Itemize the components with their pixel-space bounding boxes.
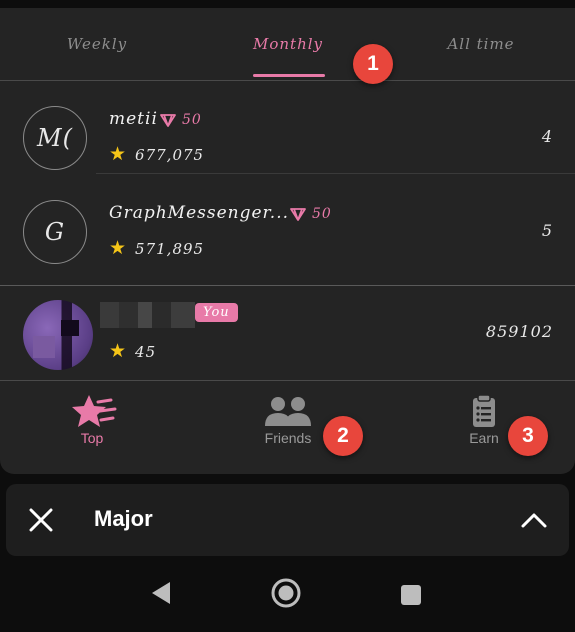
username: metii (109, 109, 158, 129)
star-icon: ★ (109, 237, 128, 259)
my-rank: 859102 (485, 322, 553, 341)
points-value: 50 (312, 206, 332, 222)
leaderboard-row[interactable]: G GraphMessenger... 50 ★ 571,895 5 (0, 175, 575, 268)
star-icon: ★ (109, 143, 128, 165)
nav-top-label: Top (80, 430, 104, 446)
leaderboard-row[interactable]: M( metii 50 ★ 677,075 4 (0, 81, 575, 174)
gem-icon (290, 208, 306, 221)
points-badge: 50 (290, 206, 332, 222)
bottom-nav: Top Friends Earn 2 3 (0, 380, 575, 474)
rank: 4 (541, 127, 553, 146)
my-score-value: 45 (135, 342, 157, 361)
chevron-up-icon[interactable] (519, 508, 549, 532)
username: GraphMessenger... (109, 203, 290, 223)
points-value: 50 (182, 112, 202, 128)
annotation-badge-1: 1 (353, 44, 393, 84)
clipboard-icon (473, 394, 495, 427)
home-icon[interactable] (270, 577, 302, 609)
score: ★ 677,075 (109, 145, 204, 164)
tab-all-time[interactable]: All time (386, 8, 575, 80)
close-icon[interactable] (26, 505, 56, 535)
top-star-icon (72, 395, 117, 427)
score: ★ 571,895 (109, 239, 204, 258)
active-tab-indicator (253, 74, 325, 77)
nav-friends-label: Friends (264, 430, 312, 446)
my-avatar (23, 300, 93, 370)
mini-app-bar: Major (6, 484, 569, 556)
period-tabs: Weekly Monthly All time (0, 8, 575, 81)
leaderboard-panel: Weekly Monthly All time 1 M( metii 50 ★ … (0, 8, 575, 474)
score-value: 677,075 (135, 145, 205, 164)
star-icon: ★ (109, 340, 128, 362)
rank: 5 (541, 221, 553, 240)
my-leaderboard-row[interactable]: You ★ 45 859102 (0, 285, 575, 381)
points-badge: 50 (160, 112, 202, 128)
annotation-badge-2: 2 (323, 416, 363, 456)
nav-earn-label: Earn (469, 430, 499, 446)
nav-top[interactable]: Top (32, 394, 152, 446)
avatar: M( (23, 106, 87, 170)
avatar: G (23, 200, 87, 264)
system-nav-bar (0, 556, 575, 632)
annotation-badge-3: 3 (508, 416, 548, 456)
score-value: 571,895 (135, 239, 205, 258)
divider (96, 173, 575, 174)
tab-weekly[interactable]: Weekly (2, 8, 192, 80)
gem-icon (160, 114, 176, 127)
friends-icon (265, 397, 311, 426)
back-icon[interactable] (150, 580, 172, 606)
mini-app-title: Major (94, 506, 153, 531)
recents-icon[interactable] (400, 584, 422, 606)
you-tag: You (195, 303, 238, 322)
my-score: ★ 45 (109, 342, 156, 361)
my-username-redacted (100, 302, 195, 328)
